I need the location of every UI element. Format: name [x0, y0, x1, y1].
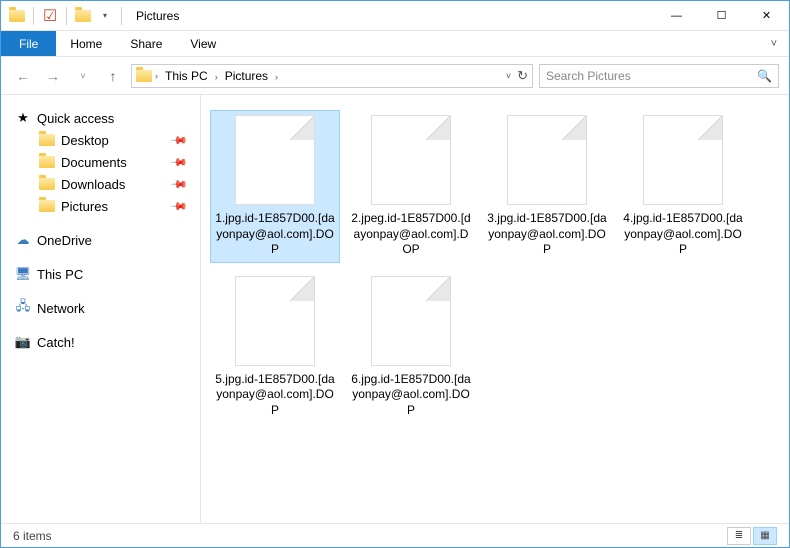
sidebar-item-pictures[interactable]: Pictures 📌 — [11, 195, 200, 217]
qat-properties-icon[interactable]: ☑ — [42, 8, 58, 24]
sidebar-item-catch[interactable]: 📷 Catch! — [11, 331, 200, 353]
address-box[interactable]: › This PC›Pictures› ˅ ↻ — [131, 64, 533, 88]
folder-icon — [39, 176, 55, 192]
refresh-icon[interactable]: ↻ — [517, 68, 528, 84]
file-name: 5.jpg.id-1E857D00.[dayonpay@aol.com].DOP — [215, 372, 335, 419]
sidebar-item-desktop[interactable]: Desktop 📌 — [11, 129, 200, 151]
drive-icon: 🖥 — [15, 266, 31, 282]
pin-icon: 📌 — [170, 153, 189, 172]
file-name: 1.jpg.id-1E857D00.[dayonpay@aol.com].DOP — [215, 211, 335, 258]
up-button[interactable]: ↑ — [101, 64, 125, 88]
sidebar-item-label: Network — [37, 301, 85, 316]
qat-folder-icon[interactable] — [75, 8, 91, 24]
file-icon — [371, 115, 451, 205]
ribbon: File HomeShareView ˅ — [1, 31, 789, 57]
file-icon — [235, 115, 315, 205]
file-tab[interactable]: File — [1, 31, 56, 56]
sidebar-item-label: OneDrive — [37, 233, 92, 248]
sidebar-item-network[interactable]: 🖧 Network — [11, 297, 200, 319]
chevron-right-icon[interactable]: › — [152, 71, 161, 81]
file-name: 6.jpg.id-1E857D00.[dayonpay@aol.com].DOP — [351, 372, 471, 419]
close-button[interactable]: ✕ — [744, 1, 789, 31]
titlebar: ☑ ▾ Pictures — ☐ ✕ — [1, 1, 789, 31]
file-icon — [643, 115, 723, 205]
file-item[interactable]: 1.jpg.id-1E857D00.[dayonpay@aol.com].DOP — [211, 111, 339, 262]
sidebar-item-onedrive[interactable]: ☁ OneDrive — [11, 229, 200, 251]
file-item[interactable]: 2.jpeg.id-1E857D00.[dayonpay@aol.com].DO… — [347, 111, 475, 262]
search-placeholder: Search Pictures — [546, 69, 631, 83]
chevron-right-icon[interactable]: › — [212, 72, 221, 82]
folder-icon — [39, 154, 55, 170]
breadcrumb-segment[interactable]: This PC — [161, 69, 212, 83]
item-count: 6 items — [13, 529, 52, 543]
sidebar-item-downloads[interactable]: Downloads 📌 — [11, 173, 200, 195]
folder-icon — [9, 8, 25, 24]
file-item[interactable]: 4.jpg.id-1E857D00.[dayonpay@aol.com].DOP — [619, 111, 747, 262]
drive-icon: 🖧 — [15, 300, 31, 316]
file-icon — [371, 276, 451, 366]
file-item[interactable]: 5.jpg.id-1E857D00.[dayonpay@aol.com].DOP — [211, 272, 339, 423]
file-view[interactable]: 1.jpg.id-1E857D00.[dayonpay@aol.com].DOP… — [201, 95, 789, 523]
tab-share[interactable]: Share — [116, 32, 176, 56]
status-bar: 6 items ≣ ▦ — [1, 523, 789, 547]
sidebar-item-label: Catch! — [37, 335, 75, 350]
star-icon: ★ — [15, 110, 31, 126]
details-view-button[interactable]: ≣ — [727, 527, 751, 545]
drive-icon: ☁ — [15, 232, 31, 248]
qat-dropdown-icon[interactable]: ▾ — [97, 8, 113, 24]
folder-icon — [39, 198, 55, 214]
file-name: 4.jpg.id-1E857D00.[dayonpay@aol.com].DOP — [623, 211, 743, 258]
tab-home[interactable]: Home — [56, 32, 116, 56]
drive-icon: 📷 — [15, 334, 31, 350]
chevron-right-icon[interactable]: › — [272, 72, 281, 82]
pin-icon: 📌 — [170, 131, 189, 150]
file-name: 3.jpg.id-1E857D00.[dayonpay@aol.com].DOP — [487, 211, 607, 258]
address-folder-icon — [136, 68, 152, 84]
window-controls: — ☐ ✕ — [654, 1, 789, 31]
sidebar-item-documents[interactable]: Documents 📌 — [11, 151, 200, 173]
breadcrumb-segment[interactable]: Pictures — [221, 69, 272, 83]
quick-access-label: Quick access — [37, 111, 114, 126]
back-button[interactable]: ← — [11, 64, 35, 88]
recent-dropdown[interactable]: ˅ — [71, 64, 95, 88]
icons-view-button[interactable]: ▦ — [753, 527, 777, 545]
pin-icon: 📌 — [170, 197, 189, 216]
sidebar-item-label: Downloads — [61, 177, 125, 192]
file-item[interactable]: 3.jpg.id-1E857D00.[dayonpay@aol.com].DOP — [483, 111, 611, 262]
sidebar-item-label: Desktop — [61, 133, 109, 148]
quick-access[interactable]: ★ Quick access — [11, 107, 200, 129]
pin-icon: 📌 — [170, 175, 189, 194]
search-icon: 🔍 — [757, 69, 772, 83]
file-name: 2.jpeg.id-1E857D00.[dayonpay@aol.com].DO… — [351, 211, 471, 258]
tab-view[interactable]: View — [176, 32, 230, 56]
search-input[interactable]: Search Pictures 🔍 — [539, 64, 779, 88]
file-item[interactable]: 6.jpg.id-1E857D00.[dayonpay@aol.com].DOP — [347, 272, 475, 423]
sidebar-item-label: Documents — [61, 155, 127, 170]
forward-button[interactable]: → — [41, 64, 65, 88]
folder-icon — [39, 132, 55, 148]
sidebar-item-label: Pictures — [61, 199, 108, 214]
sidebar-item-thispc[interactable]: 🖥 This PC — [11, 263, 200, 285]
window-title: Pictures — [136, 9, 179, 23]
file-icon — [507, 115, 587, 205]
address-dropdown-icon[interactable]: ˅ — [506, 71, 511, 81]
minimize-button[interactable]: — — [654, 1, 699, 31]
address-bar: ← → ˅ ↑ › This PC›Pictures› ˅ ↻ Search P… — [1, 57, 789, 95]
file-icon — [235, 276, 315, 366]
sidebar-item-label: This PC — [37, 267, 83, 282]
maximize-button[interactable]: ☐ — [699, 1, 744, 31]
navigation-pane: ★ Quick access Desktop📌Documents📌Downloa… — [1, 95, 201, 523]
ribbon-expand-icon[interactable]: ˅ — [771, 38, 777, 50]
